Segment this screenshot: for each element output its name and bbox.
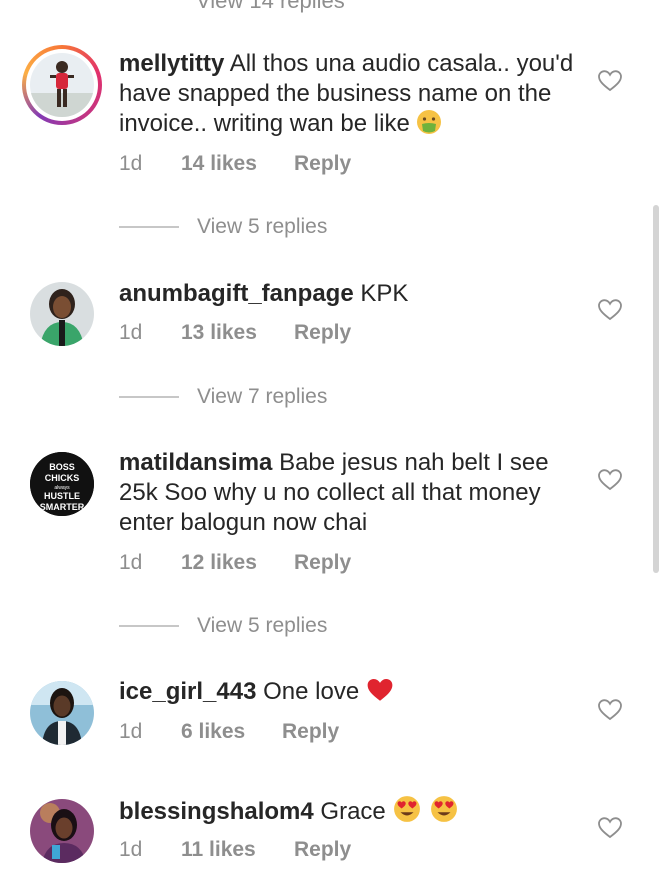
view-replies-link-top[interactable]: View 14 replies [196, 0, 345, 14]
avatar[interactable] [30, 681, 94, 745]
view-replies-link[interactable]: View 5 replies [119, 614, 327, 638]
comment-text: Grace [320, 798, 386, 825]
comment-time: 1d [119, 321, 143, 344]
reply-button[interactable]: Reply [294, 321, 351, 345]
avatar-text: SMARTER [40, 502, 85, 512]
comment-likes[interactable]: 12 likes [181, 551, 294, 575]
comment-text: One love [263, 678, 360, 705]
comment-meta: 1d 14 likes Reply [119, 152, 351, 176]
divider-line [119, 625, 179, 627]
scrollbar[interactable] [653, 205, 659, 573]
reply-button[interactable]: Reply [294, 838, 351, 862]
view-replies-label[interactable]: View 7 replies [197, 385, 327, 409]
avatar[interactable]: BOSS CHICKS always HUSTLE SMARTER [30, 452, 94, 516]
avatar-text: CHICKS [45, 473, 80, 483]
comment-meta: 1d 6 likes Reply [119, 720, 339, 744]
heart-eyes-emoji [392, 795, 422, 831]
divider-line [119, 226, 179, 228]
avatar[interactable] [30, 282, 94, 346]
view-replies-link[interactable]: View 7 replies [119, 385, 327, 409]
reply-button[interactable]: Reply [282, 720, 339, 744]
red-heart-emoji [366, 677, 394, 711]
like-heart-icon[interactable] [597, 69, 623, 93]
comment-username[interactable]: matildansima [119, 449, 272, 476]
reply-button[interactable]: Reply [294, 551, 351, 575]
view-replies-label[interactable]: View 5 replies [197, 215, 327, 239]
like-heart-icon[interactable] [597, 698, 623, 722]
view-replies-link[interactable]: View 5 replies [119, 215, 327, 239]
like-heart-icon[interactable] [597, 468, 623, 492]
comment-meta: 1d 13 likes Reply [119, 321, 351, 345]
comment-username[interactable]: anumbagift_fanpage [119, 280, 354, 307]
view-replies-label[interactable]: View 5 replies [197, 614, 327, 638]
reply-button[interactable]: Reply [294, 152, 351, 176]
comment-likes[interactable]: 11 likes [181, 838, 294, 862]
heart-eyes-emoji [429, 795, 459, 831]
comment-time: 1d [119, 152, 143, 175]
comment-meta: 1d 12 likes Reply [119, 551, 351, 575]
avatar-text: BOSS [49, 462, 75, 472]
comment-likes[interactable]: 14 likes [181, 152, 294, 176]
comment-likes[interactable]: 13 likes [181, 321, 294, 345]
avatar-text: HUSTLE [44, 491, 80, 501]
comment-time: 1d [119, 551, 143, 574]
comment-username[interactable]: ice_girl_443 [119, 678, 256, 705]
nauseated-face-emoji [416, 109, 442, 143]
like-heart-icon[interactable] [597, 816, 623, 840]
like-heart-icon[interactable] [597, 298, 623, 322]
comment-username[interactable]: mellytitty [119, 50, 224, 77]
comment-time: 1d [119, 838, 143, 861]
avatar[interactable] [30, 799, 94, 863]
comment-text: KPK [360, 280, 409, 307]
comment-time: 1d [119, 720, 143, 743]
divider-line [119, 396, 179, 398]
comment-likes[interactable]: 6 likes [181, 720, 282, 744]
avatar[interactable] [22, 45, 102, 125]
comment-username[interactable]: blessingshalom4 [119, 798, 314, 825]
comment-meta: 1d 11 likes Reply [119, 838, 351, 862]
